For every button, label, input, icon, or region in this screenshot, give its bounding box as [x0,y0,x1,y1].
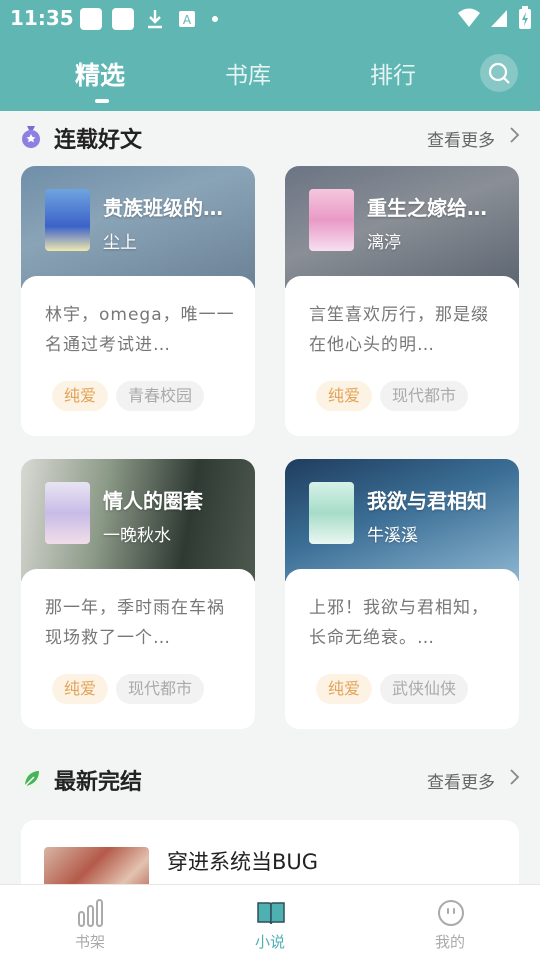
nav-profile[interactable]: 我的 [405,885,495,960]
tag-list: 纯爱 青春校园 [52,381,205,411]
top-nav: 精选 书库 排行 [0,36,540,111]
tag-list: 纯爱 现代都市 [52,674,205,704]
keyboard-a-icon: A [179,11,195,27]
app-notification-icon [112,8,134,30]
book-card[interactable]: 我欲与君相知 牛溪溪 上邪！我欲与君相知，长命无绝衰。… 纯爱 武侠仙侠 [285,459,519,729]
book-title: 情人的圈套 [103,489,203,513]
tab-indicator [95,99,109,103]
tag-list: 纯爱 武侠仙侠 [316,674,469,704]
tag-badge[interactable]: 现代都市 [380,381,469,411]
chevron-right-icon[interactable] [508,768,520,786]
book-icon [257,902,285,925]
book-cover[interactable] [45,482,90,544]
status-time: 11:35 [10,6,74,30]
book-author: 一晚秋水 [103,526,171,546]
chevron-right-icon[interactable] [508,126,520,144]
status-right-icons [458,6,532,30]
finished-section-header: 最新完结 查看更多 [0,760,540,800]
nav-label: 书架 [74,933,105,951]
nav-label: 我的 [434,933,465,951]
cell-signal-icon [491,10,507,27]
search-icon [488,62,510,84]
svg-text:A: A [183,13,192,27]
book-description: 林宇，omega，唯一一名通过考试进… [45,305,235,355]
serial-section-header: 连载好文 查看更多 [0,118,540,158]
tab-ranking[interactable]: 排行 [370,56,416,90]
nav-label: 小说 [254,933,285,951]
tag-badge[interactable]: 武侠仙侠 [380,674,469,704]
book-title: 穿进系统当BUG [167,850,319,874]
book-card[interactable]: 重生之嫁给… 漓渟 言笙喜欢厉行，那是缀在他心头的明… 纯爱 现代都市 [285,166,519,436]
status-bar: 11:35 A [0,0,540,36]
profile-icon [438,900,464,926]
book-card[interactable]: 贵族班级的… 尘上 林宇，omega，唯一一名通过考试进… 纯爱 青春校园 [21,166,255,436]
book-cover[interactable] [309,189,354,251]
battery-charging-icon [519,6,531,29]
see-more-link[interactable]: 查看更多 [427,126,495,151]
book-author: 漓渟 [367,233,401,253]
book-title: 贵族班级的… [103,196,223,220]
tag-badge[interactable]: 青春校园 [116,381,205,411]
notification-icons: A [80,8,222,30]
tab-featured[interactable]: 精选 [75,56,125,92]
book-card[interactable]: 情人的圈套 一晚秋水 那一年，季时雨在车祸现场救了一个… 纯爱 现代都市 [21,459,255,729]
book-cover[interactable] [309,482,354,544]
app-notification-icon [80,8,102,30]
section-title: 连载好文 [54,128,143,153]
see-more-link[interactable]: 查看更多 [427,768,495,793]
tag-badge[interactable]: 纯爱 [52,381,109,411]
card-body: 言笙喜欢厉行，那是缀在他心头的明… 纯爱 现代都市 [285,276,519,436]
card-body: 上邪！我欲与君相知，长命无绝衰。… 纯爱 武侠仙侠 [285,569,519,729]
bag-icon [22,126,40,148]
tag-badge[interactable]: 纯爱 [316,381,373,411]
tag-badge[interactable]: 纯爱 [52,674,109,704]
book-description: 言笙喜欢厉行，那是缀在他心头的明… [309,305,489,355]
download-icon [148,10,162,29]
wifi-icon [458,8,480,27]
tag-badge[interactable]: 纯爱 [316,674,373,704]
nav-novel[interactable]: 小说 [225,885,315,960]
search-button[interactable] [480,54,518,92]
section-title: 最新完结 [54,770,143,795]
card-body: 林宇，omega，唯一一名通过考试进… 纯爱 青春校园 [21,276,255,436]
dot-icon [212,16,218,22]
book-author: 牛溪溪 [367,526,418,546]
book-cover[interactable] [45,189,90,251]
card-body: 那一年，季时雨在车祸现场救了一个… 纯爱 现代都市 [21,569,255,729]
leaf-icon [21,769,41,789]
tag-list: 纯爱 现代都市 [316,381,469,411]
tag-badge[interactable]: 现代都市 [116,674,205,704]
book-author: 尘上 [103,233,137,253]
bookshelf-icon [78,899,103,927]
book-title: 重生之嫁给… [367,196,487,220]
tab-library[interactable]: 书库 [225,56,271,90]
nav-bookshelf[interactable]: 书架 [45,885,135,960]
book-description: 那一年，季时雨在车祸现场救了一个… [45,598,225,648]
bottom-nav: 书架 小说 我的 [0,884,540,960]
book-title: 我欲与君相知 [367,489,487,513]
book-description: 上邪！我欲与君相知，长命无绝衰。… [309,598,489,648]
